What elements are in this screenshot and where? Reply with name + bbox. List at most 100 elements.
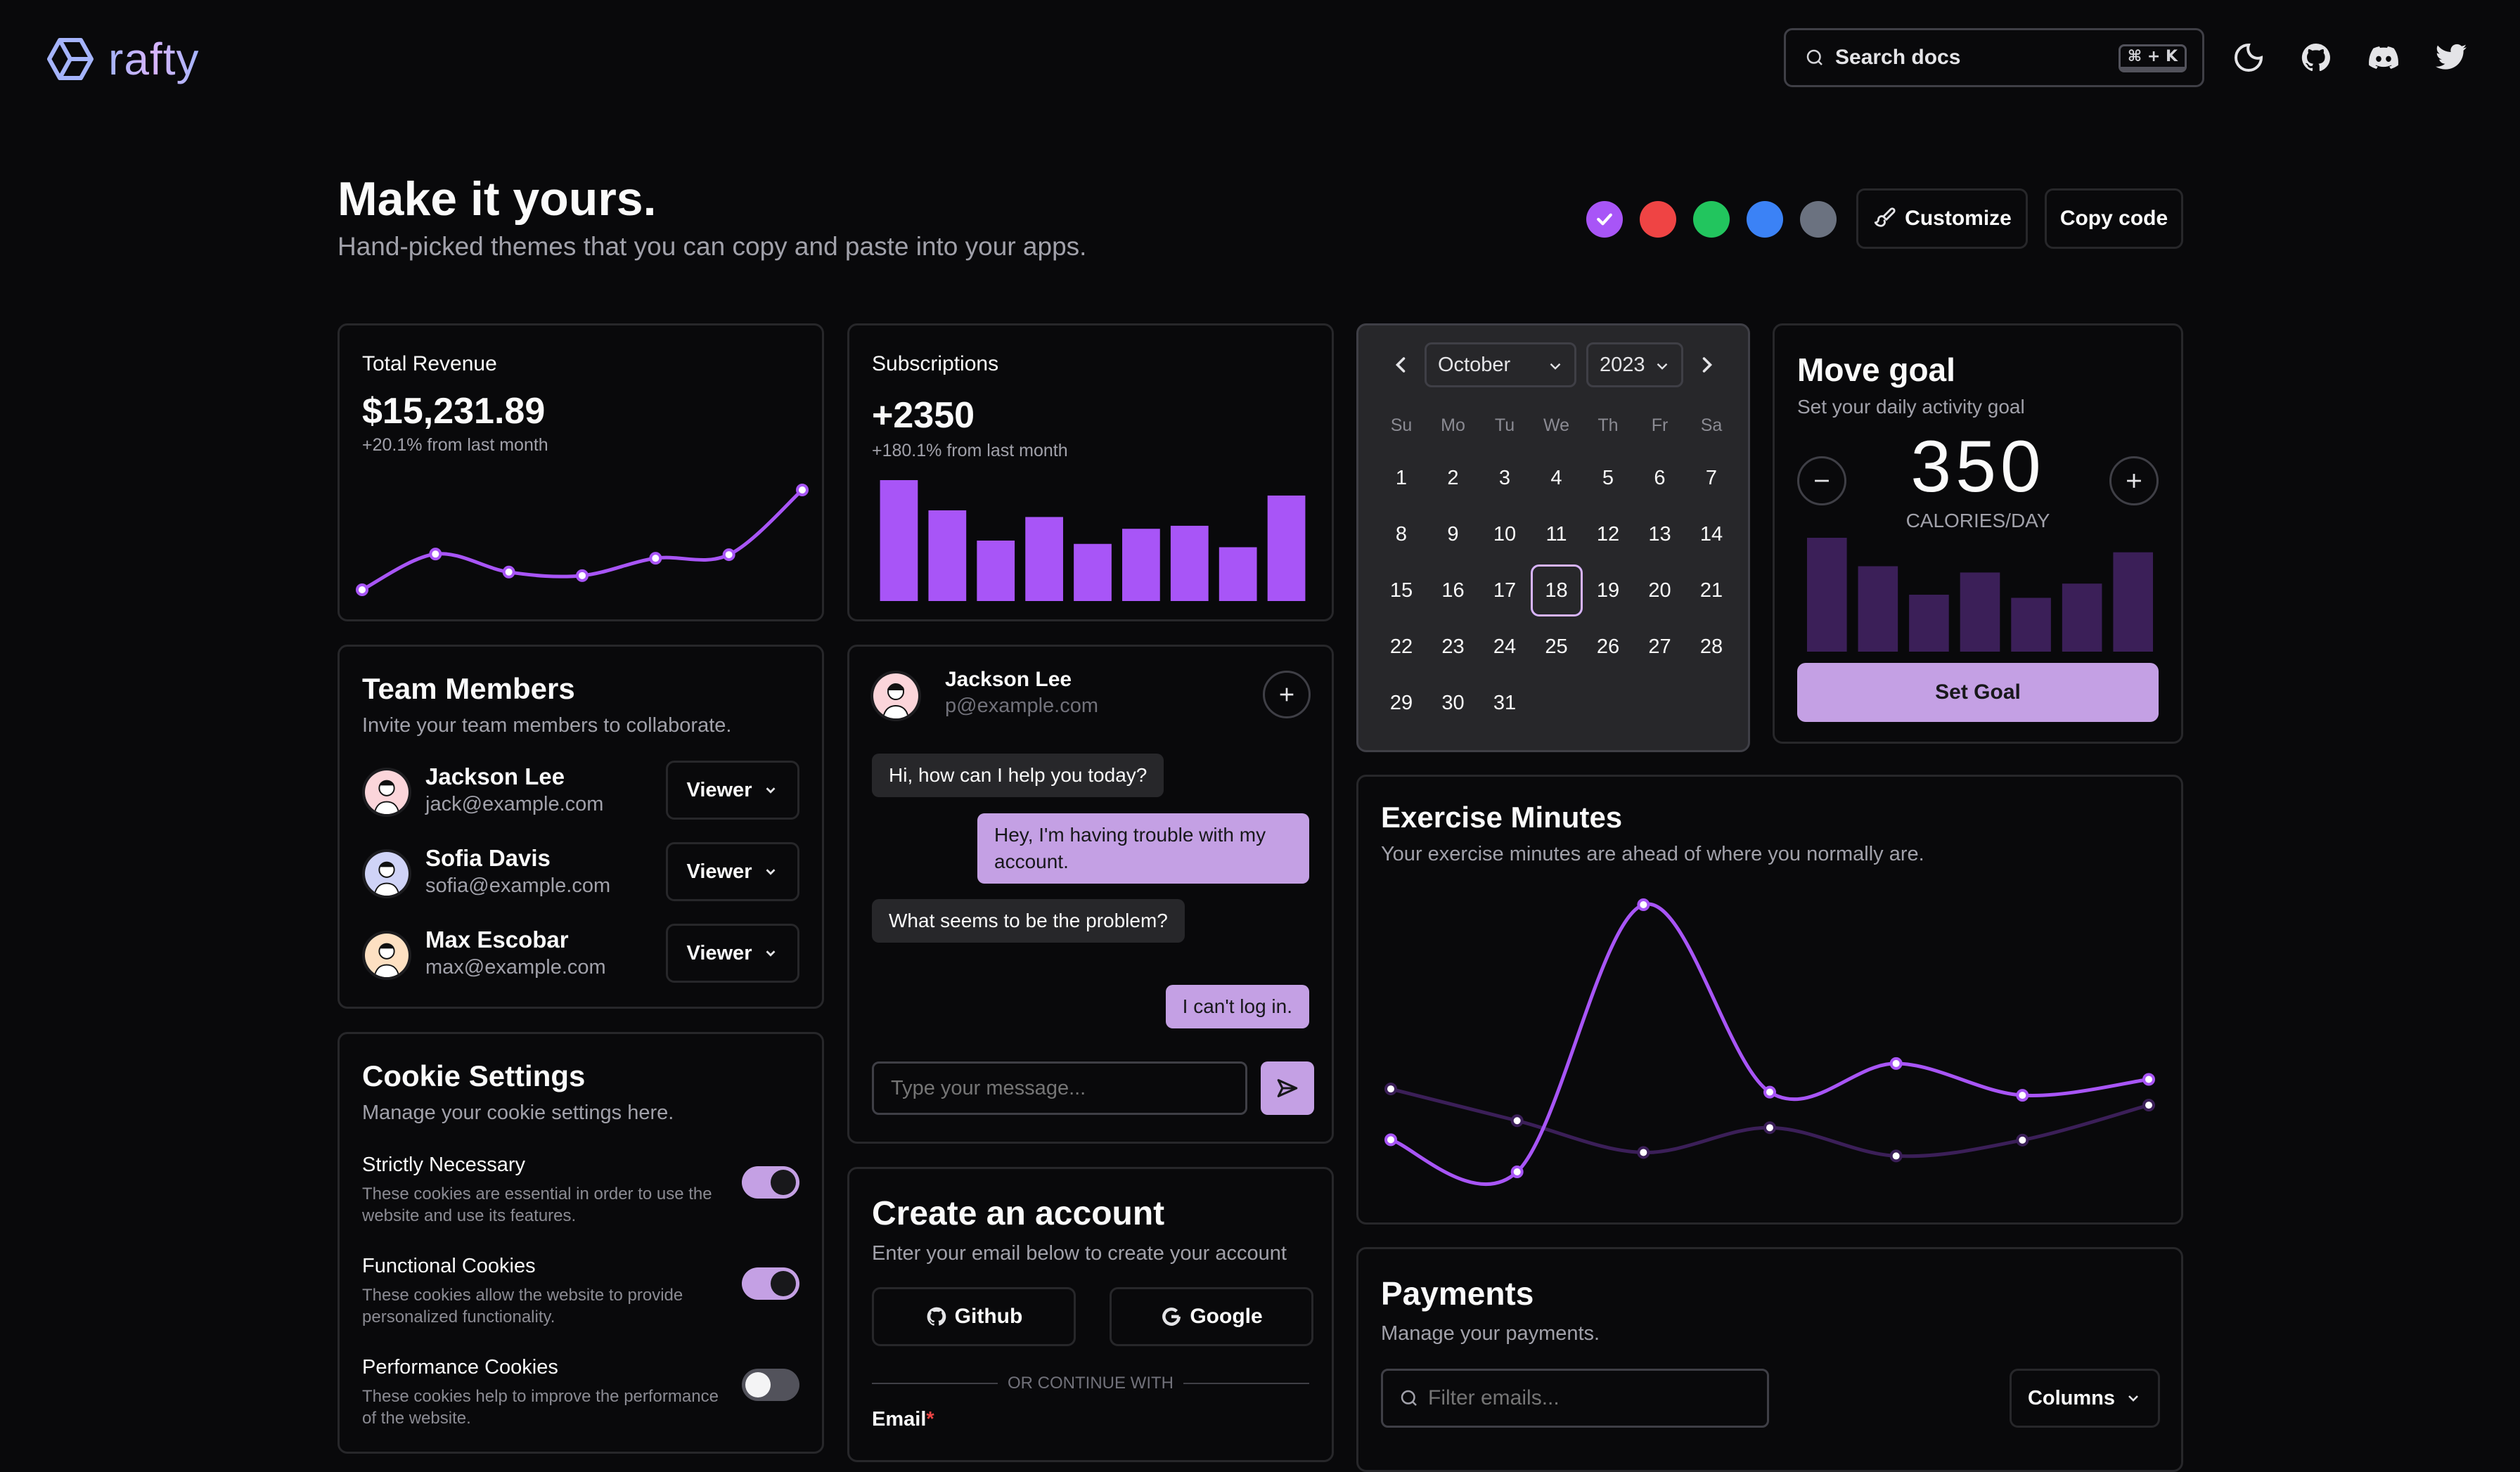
calendar-day[interactable]: 14 — [1685, 508, 1737, 560]
calendar-day[interactable]: 9 — [1427, 508, 1479, 560]
theme-swatch-red[interactable] — [1640, 201, 1676, 238]
customize-button[interactable]: Customize — [1856, 188, 2028, 249]
github-signup-button[interactable]: Github — [872, 1287, 1076, 1346]
member-email: max@example.com — [425, 956, 606, 979]
calendar-day[interactable]: 12 — [1582, 508, 1634, 560]
cookie-toggle[interactable] — [742, 1369, 799, 1401]
role-select[interactable]: Viewer — [666, 924, 799, 983]
person-illustration-icon — [873, 673, 918, 718]
role-select[interactable]: Viewer — [666, 761, 799, 820]
calendar-day[interactable]: 24 — [1479, 621, 1531, 673]
calendar-day[interactable]: 23 — [1427, 621, 1479, 673]
chevron-down-icon — [1546, 357, 1564, 375]
cookie-toggle[interactable] — [742, 1166, 799, 1199]
cookie-description: Manage your cookie settings here. — [362, 1102, 674, 1124]
calendar-day[interactable]: 16 — [1427, 564, 1479, 616]
bar — [1122, 529, 1160, 601]
calendar-day[interactable]: 29 — [1375, 677, 1427, 729]
logo[interactable]: rafty — [45, 34, 199, 84]
bar — [880, 480, 918, 601]
calendar-day[interactable]: 25 — [1531, 621, 1583, 673]
month-select[interactable]: October — [1425, 342, 1576, 387]
exercise-point-today — [2142, 1073, 2155, 1086]
theme-swatch-purple[interactable] — [1586, 201, 1623, 238]
toggle-knob — [771, 1271, 796, 1296]
calendar-day[interactable]: 6 — [1634, 452, 1686, 504]
page-title: Make it yours. — [338, 172, 657, 226]
calendar-day[interactable]: 11 — [1531, 508, 1583, 560]
theme-swatch-green[interactable] — [1693, 201, 1730, 238]
calendar-day[interactable]: 1 — [1375, 452, 1427, 504]
exercise-line-today — [1390, 902, 2149, 1186]
person-illustration-icon — [365, 934, 409, 977]
increase-goal-button[interactable] — [2109, 456, 2159, 505]
send-button[interactable] — [1261, 1061, 1314, 1115]
filter-emails-input[interactable] — [1428, 1371, 1767, 1426]
calendar-day[interactable]: 13 — [1634, 508, 1686, 560]
calendar-day[interactable]: 30 — [1427, 677, 1479, 729]
avatar — [362, 931, 411, 980]
calendar-day[interactable]: 8 — [1375, 508, 1427, 560]
exercise-description: Your exercise minutes are ahead of where… — [1381, 843, 1924, 865]
calendar-day[interactable]: 2 — [1427, 452, 1479, 504]
google-signup-button[interactable]: Google — [1110, 1287, 1313, 1346]
calendar-day[interactable]: 28 — [1685, 621, 1737, 673]
calendar-day-selected[interactable]: 18 — [1530, 564, 1583, 616]
cookie-toggle[interactable] — [742, 1267, 799, 1300]
subscriptions-value: +2350 — [872, 395, 975, 436]
copy-code-button[interactable]: Copy code — [2045, 188, 2183, 249]
theme-swatch-blue[interactable] — [1747, 201, 1783, 238]
exercise-point-today — [2016, 1089, 2029, 1102]
weekday-header: Sa — [1700, 415, 1723, 435]
twitter-link[interactable] — [2434, 41, 2468, 75]
calendar-day[interactable]: 26 — [1582, 621, 1634, 673]
columns-button[interactable]: Columns — [2010, 1369, 2160, 1428]
member-name: Jackson Lee — [425, 763, 565, 789]
year-select[interactable]: 2023 — [1586, 342, 1683, 387]
calendar-day[interactable]: 4 — [1531, 452, 1583, 504]
weekday-header: Fr — [1651, 415, 1669, 435]
role-select[interactable]: Viewer — [666, 842, 799, 901]
chevron-down-icon — [2125, 1390, 2142, 1407]
calendar-day[interactable]: 20 — [1634, 564, 1686, 616]
set-goal-button[interactable]: Set Goal — [1797, 663, 2159, 722]
revenue-point — [722, 548, 735, 562]
discord-link[interactable] — [2367, 41, 2400, 75]
revenue-point — [356, 583, 368, 596]
chevron-left-icon — [1388, 352, 1413, 377]
calendar-day[interactable]: 7 — [1685, 452, 1737, 504]
calendar-day[interactable]: 19 — [1582, 564, 1634, 616]
goal-unit: CALORIES/DAY — [1905, 510, 2050, 531]
theme-toggle-button[interactable] — [2232, 41, 2265, 75]
exercise-point-average — [2142, 1099, 2155, 1112]
toggle-knob — [745, 1372, 771, 1397]
required-mark: * — [926, 1408, 934, 1431]
previous-month-button[interactable] — [1388, 352, 1416, 380]
calendar-day[interactable]: 3 — [1479, 452, 1531, 504]
calendar-day[interactable]: 27 — [1634, 621, 1686, 673]
search-docs-button[interactable]: Search docs ⌘ + K — [1784, 28, 2204, 87]
member-email: sofia@example.com — [425, 874, 611, 897]
calendar-day[interactable]: 17 — [1479, 564, 1531, 616]
theme-swatch-gray[interactable] — [1800, 201, 1837, 238]
calendar-day[interactable]: 21 — [1685, 564, 1737, 616]
calendar-day[interactable]: 22 — [1375, 621, 1427, 673]
logo-hexagon-icon — [45, 34, 96, 84]
chevron-down-icon — [763, 864, 778, 879]
exercise-point-average — [1510, 1114, 1524, 1128]
sent-message: I can't log in. — [1165, 985, 1309, 1028]
calendar-day[interactable]: 31 — [1479, 677, 1531, 729]
chevron-down-icon — [1653, 357, 1671, 375]
revenue-line-chart — [356, 484, 809, 596]
new-message-button[interactable] — [1263, 671, 1311, 718]
chat-contact-name: Jackson Lee — [945, 668, 1072, 691]
search-icon — [1804, 47, 1825, 68]
calendar-day[interactable]: 10 — [1479, 508, 1531, 560]
next-month-button[interactable] — [1695, 352, 1723, 380]
calendar-day[interactable]: 5 — [1582, 452, 1634, 504]
search-label: Search docs — [1835, 46, 1961, 69]
calendar-day[interactable]: 15 — [1375, 564, 1427, 616]
github-link[interactable] — [2299, 41, 2333, 75]
message-input[interactable] — [874, 1064, 1245, 1113]
bar — [1960, 572, 2000, 652]
